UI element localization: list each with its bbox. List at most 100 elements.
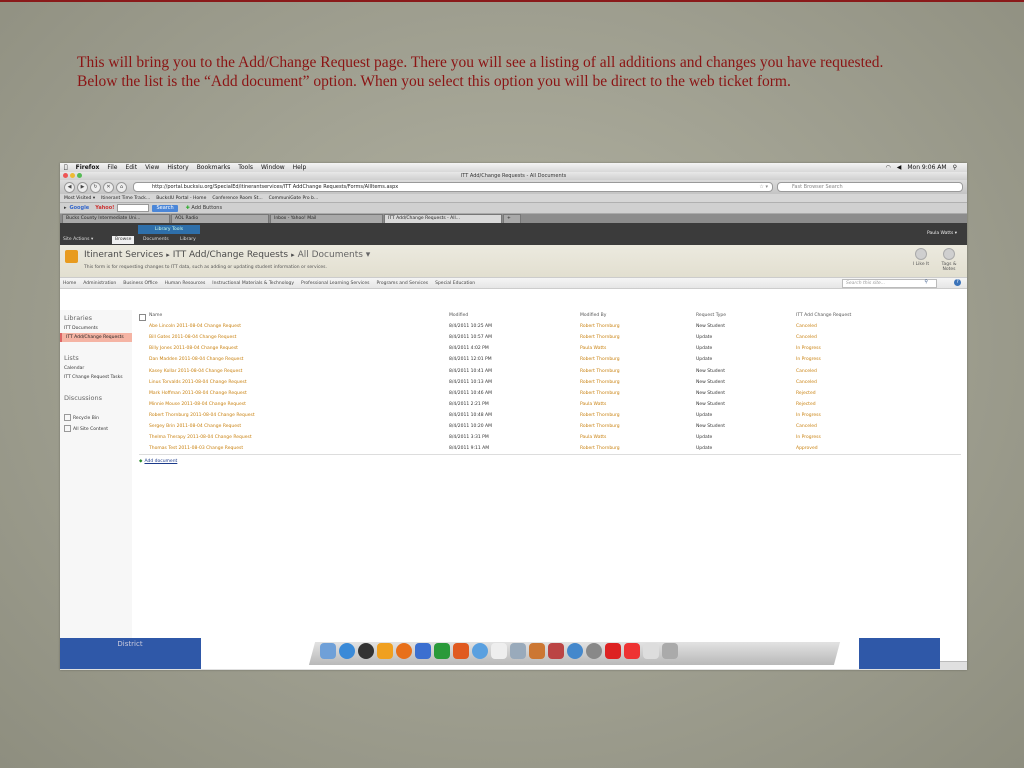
tab-bucks-county[interactable]: Bucks County Intermediate Uni... bbox=[62, 214, 170, 223]
cell-modified-by[interactable]: Robert Thornburg bbox=[580, 335, 696, 340]
nav-business-office[interactable]: Business Office bbox=[123, 281, 157, 286]
cell-status[interactable]: In Progress bbox=[796, 413, 946, 418]
col-change-request[interactable]: ITT Add Change Request bbox=[796, 313, 946, 318]
home-icon[interactable]: ⌂ bbox=[116, 181, 127, 193]
user-menu[interactable]: Paula Watts ▾ bbox=[927, 231, 957, 236]
nav-human-resources[interactable]: Human Resources bbox=[165, 281, 206, 286]
ql-libraries-heading[interactable]: Libraries bbox=[64, 314, 132, 322]
tab-itt-requests[interactable]: ITT Add/Change Requests - All... bbox=[384, 214, 502, 223]
ql-calendar[interactable]: Calendar bbox=[60, 364, 132, 373]
nav-home[interactable]: Home bbox=[63, 281, 76, 286]
cell-status[interactable]: Rejected bbox=[796, 391, 946, 396]
site-search-input[interactable]: Search this site... bbox=[842, 279, 937, 288]
site-logo-icon[interactable] bbox=[65, 250, 78, 263]
toolbar-search-button[interactable]: Search bbox=[152, 204, 178, 212]
table-row[interactable]: Sergey Brin 2011-08-04 Change Request 8/4… bbox=[139, 421, 961, 432]
cell-modified-by[interactable]: Robert Thornburg bbox=[580, 357, 696, 362]
add-document-link[interactable]: ◆ Add document bbox=[139, 459, 961, 464]
address-book-icon[interactable] bbox=[548, 643, 564, 659]
nav-programs-services[interactable]: Programs and Services bbox=[376, 281, 428, 286]
help-icon[interactable]: ? bbox=[954, 279, 961, 286]
excel-icon[interactable] bbox=[434, 643, 450, 659]
tab-aol-radio[interactable]: AOL Radio bbox=[171, 214, 269, 223]
breadcrumb-view[interactable]: All Documents ▾ bbox=[298, 250, 371, 260]
col-modified-by[interactable]: Modified By bbox=[580, 313, 696, 318]
table-row[interactable]: Robert Thornburg 2011-08-04 Change Reque… bbox=[139, 410, 961, 421]
cell-modified-by[interactable]: Robert Thornburg bbox=[580, 424, 696, 429]
cell-name[interactable]: Minnie Mouse 2011-08-04 Change Request bbox=[139, 402, 449, 407]
cell-status[interactable]: Canceled bbox=[796, 324, 946, 329]
powerpoint-icon[interactable] bbox=[453, 643, 469, 659]
nav-administration[interactable]: Administration bbox=[83, 281, 116, 286]
safari-icon[interactable] bbox=[339, 643, 355, 659]
nav-special-education[interactable]: Special Education bbox=[435, 281, 475, 286]
apple-icon[interactable]:  bbox=[64, 164, 68, 171]
cell-modified-by[interactable]: Paula Watts bbox=[580, 435, 696, 440]
bookmark-conference-room[interactable]: Conference Room St... bbox=[212, 196, 262, 201]
ql-itt-documents[interactable]: ITT Documents bbox=[60, 324, 132, 333]
menu-window[interactable]: Window bbox=[261, 164, 285, 171]
minimize-window-icon[interactable] bbox=[70, 173, 75, 178]
google-logo[interactable]: Google bbox=[70, 205, 90, 211]
site-actions-menu[interactable]: Site Actions ▾ bbox=[63, 237, 93, 242]
cell-status[interactable]: Canceled bbox=[796, 380, 946, 385]
cell-name[interactable]: Robert Thornburg 2011-08-04 Change Reque… bbox=[139, 413, 449, 418]
documents-icon[interactable] bbox=[643, 643, 659, 659]
bookmark-portal-home[interactable]: BucksIU Portal - Home bbox=[156, 196, 206, 201]
ql-recycle-bin[interactable]: Recycle Bin bbox=[60, 412, 132, 423]
reload-icon[interactable]: ↻ bbox=[90, 181, 101, 193]
tab-library[interactable]: Library bbox=[177, 236, 199, 244]
cell-name[interactable]: Kasey Kollar 2011-08-04 Change Request bbox=[139, 369, 449, 374]
itunes-icon[interactable] bbox=[472, 643, 488, 659]
menu-app[interactable]: Firefox bbox=[76, 164, 100, 171]
cell-modified-by[interactable]: Robert Thornburg bbox=[580, 369, 696, 374]
firefox-icon[interactable] bbox=[396, 643, 412, 659]
cell-name[interactable]: Linus Torvalds 2011-08-04 Change Request bbox=[139, 380, 449, 385]
cell-status[interactable]: In Progress bbox=[796, 357, 946, 362]
bookmark-star-icon[interactable]: ☆ ▾ bbox=[759, 183, 768, 191]
books-icon[interactable] bbox=[529, 643, 545, 659]
table-row[interactable]: Linus Torvalds 2011-08-04 Change Request… bbox=[139, 377, 961, 388]
table-row[interactable]: Thelma Therapy 2011-08-04 Change Request… bbox=[139, 432, 961, 443]
menu-bookmarks[interactable]: Bookmarks bbox=[197, 164, 231, 171]
col-modified[interactable]: Modified bbox=[449, 313, 580, 318]
menu-file[interactable]: File bbox=[107, 164, 117, 171]
forward-icon[interactable]: ▶ bbox=[77, 181, 88, 193]
wifi-icon[interactable]: ◠ bbox=[885, 164, 890, 171]
breadcrumb-site[interactable]: Itinerant Services bbox=[84, 250, 163, 260]
ical-icon[interactable] bbox=[491, 643, 507, 659]
cell-name[interactable]: Abe Lincoln 2011-08-04 Change Request bbox=[139, 324, 449, 329]
tab-browse[interactable]: Browse bbox=[112, 236, 135, 244]
menu-history[interactable]: History bbox=[167, 164, 188, 171]
stop-icon[interactable]: ✕ bbox=[103, 181, 114, 193]
volume-icon[interactable]: ◀ bbox=[897, 164, 902, 171]
cell-name[interactable]: Dan Madden 2011-08-04 Change Request bbox=[139, 357, 449, 362]
cell-name[interactable]: Mark Hoffman 2011-08-04 Change Request bbox=[139, 391, 449, 396]
cell-name[interactable]: Thelma Therapy 2011-08-04 Change Request bbox=[139, 435, 449, 440]
back-icon[interactable]: ◀ bbox=[64, 181, 75, 193]
ql-lists-heading[interactable]: Lists bbox=[64, 354, 132, 362]
col-request-type[interactable]: Request Type bbox=[696, 313, 796, 318]
nav-instructional-materials[interactable]: Instructional Materials & Technology bbox=[212, 281, 294, 286]
cell-status[interactable]: Canceled bbox=[796, 335, 946, 340]
cell-modified-by[interactable]: Paula Watts bbox=[580, 402, 696, 407]
acrobat-icon[interactable] bbox=[605, 643, 621, 659]
yahoo-logo[interactable]: Yahoo! bbox=[95, 205, 114, 211]
table-row[interactable]: Dan Madden 2011-08-04 Change Request 8/4/… bbox=[139, 354, 961, 365]
cell-name[interactable]: Thomas Test 2011-08-03 Change Request bbox=[139, 446, 449, 451]
tab-documents[interactable]: Documents bbox=[140, 236, 172, 244]
cell-name[interactable]: Sergey Brin 2011-08-04 Change Request bbox=[139, 424, 449, 429]
select-all-checkbox[interactable] bbox=[139, 314, 146, 322]
col-name[interactable]: Name bbox=[149, 313, 162, 318]
nav-professional-learning[interactable]: Professional Learning Services bbox=[301, 281, 369, 286]
tags-notes-button[interactable]: Tags & Notes bbox=[939, 248, 959, 272]
table-row[interactable]: Mark Hoffman 2011-08-04 Change Request 8/… bbox=[139, 388, 961, 399]
zoom-window-icon[interactable] bbox=[77, 173, 82, 178]
ql-itt-add-change-requests[interactable]: ITT Add/Change Requests bbox=[60, 333, 132, 342]
new-tab-button[interactable]: + bbox=[503, 214, 521, 223]
bookmark-most-visited[interactable]: Most Visited ▾ bbox=[64, 196, 95, 201]
table-row[interactable]: Minnie Mouse 2011-08-04 Change Request 8/… bbox=[139, 399, 961, 410]
cell-modified-by[interactable]: Robert Thornburg bbox=[580, 413, 696, 418]
clock[interactable]: Mon 9:06 AM bbox=[907, 164, 946, 171]
pdf-icon[interactable] bbox=[624, 643, 640, 659]
